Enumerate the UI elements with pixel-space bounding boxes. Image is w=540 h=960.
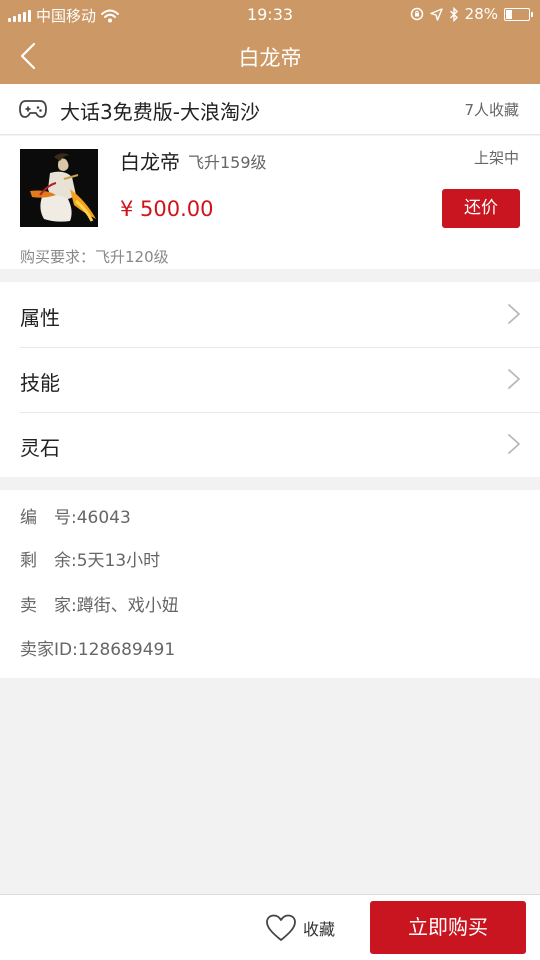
battery-level-fill [506, 9, 512, 19]
item-thumbnail [20, 149, 98, 227]
nav-bar: 白龙帝 [0, 28, 540, 84]
battery-percent: 28% [464, 5, 498, 23]
collect-count: 7人收藏 [464, 101, 519, 119]
buy-requirement: 购买要求：飞升120级 [20, 248, 169, 266]
item-price: ¥ 500.00 [120, 197, 214, 221]
item-level: 飞升159级 [188, 153, 267, 172]
status-right: 28% [410, 5, 533, 23]
seller-name: 卖 家:蹲街、戏小妞 [20, 596, 179, 616]
detail-menu: 属性 技能 灵石 [0, 282, 540, 477]
location-icon [429, 7, 443, 21]
menu-item-attributes[interactable]: 属性 [0, 282, 540, 347]
menu-item-spirit-stone[interactable]: 灵石 [0, 412, 540, 477]
counter-offer-button[interactable]: 还价 [442, 189, 520, 228]
item-card: 白龙帝 飞升159级 上架中 ¥ 500.00 还价 购买要求：飞升120级 [0, 136, 540, 269]
battery-icon [504, 7, 533, 21]
game-row[interactable]: 大话3免费版-大浪淘沙 7人收藏 [0, 84, 540, 135]
menu-item-skills[interactable]: 技能 [0, 347, 540, 412]
gamepad-icon [19, 100, 47, 118]
bluetooth-icon [449, 6, 458, 22]
bottom-bar: 收藏 立即购买 [0, 894, 540, 960]
remaining-time: 剩 余:5天13小时 [20, 551, 161, 571]
seller-id: 卖家ID:128689491 [20, 640, 176, 660]
status-bar: 中国移动 19:33 28% [0, 0, 540, 28]
serial-number: 编 号:46043 [20, 508, 131, 528]
orientation-lock-icon [410, 7, 423, 21]
page-title: 白龙帝 [238, 46, 302, 70]
favorite-button[interactable]: 收藏 [265, 913, 335, 943]
menu-item-label: 技能 [20, 371, 60, 395]
menu-item-label: 灵石 [20, 436, 60, 460]
info-section: 编 号:46043 剩 余:5天13小时 卖 家:蹲街、戏小妞 卖家ID:128… [0, 490, 540, 678]
chevron-right-icon [508, 434, 520, 454]
buy-now-button[interactable]: 立即购买 [370, 901, 526, 954]
favorite-label: 收藏 [303, 920, 336, 939]
chevron-right-icon [508, 369, 520, 389]
item-status: 上架中 [473, 149, 519, 167]
chevron-right-icon [508, 304, 520, 324]
game-name: 大话3免费版-大浪淘沙 [60, 100, 260, 124]
item-name: 白龙帝 [120, 150, 180, 174]
menu-item-label: 属性 [20, 306, 60, 330]
heart-icon [266, 914, 296, 941]
